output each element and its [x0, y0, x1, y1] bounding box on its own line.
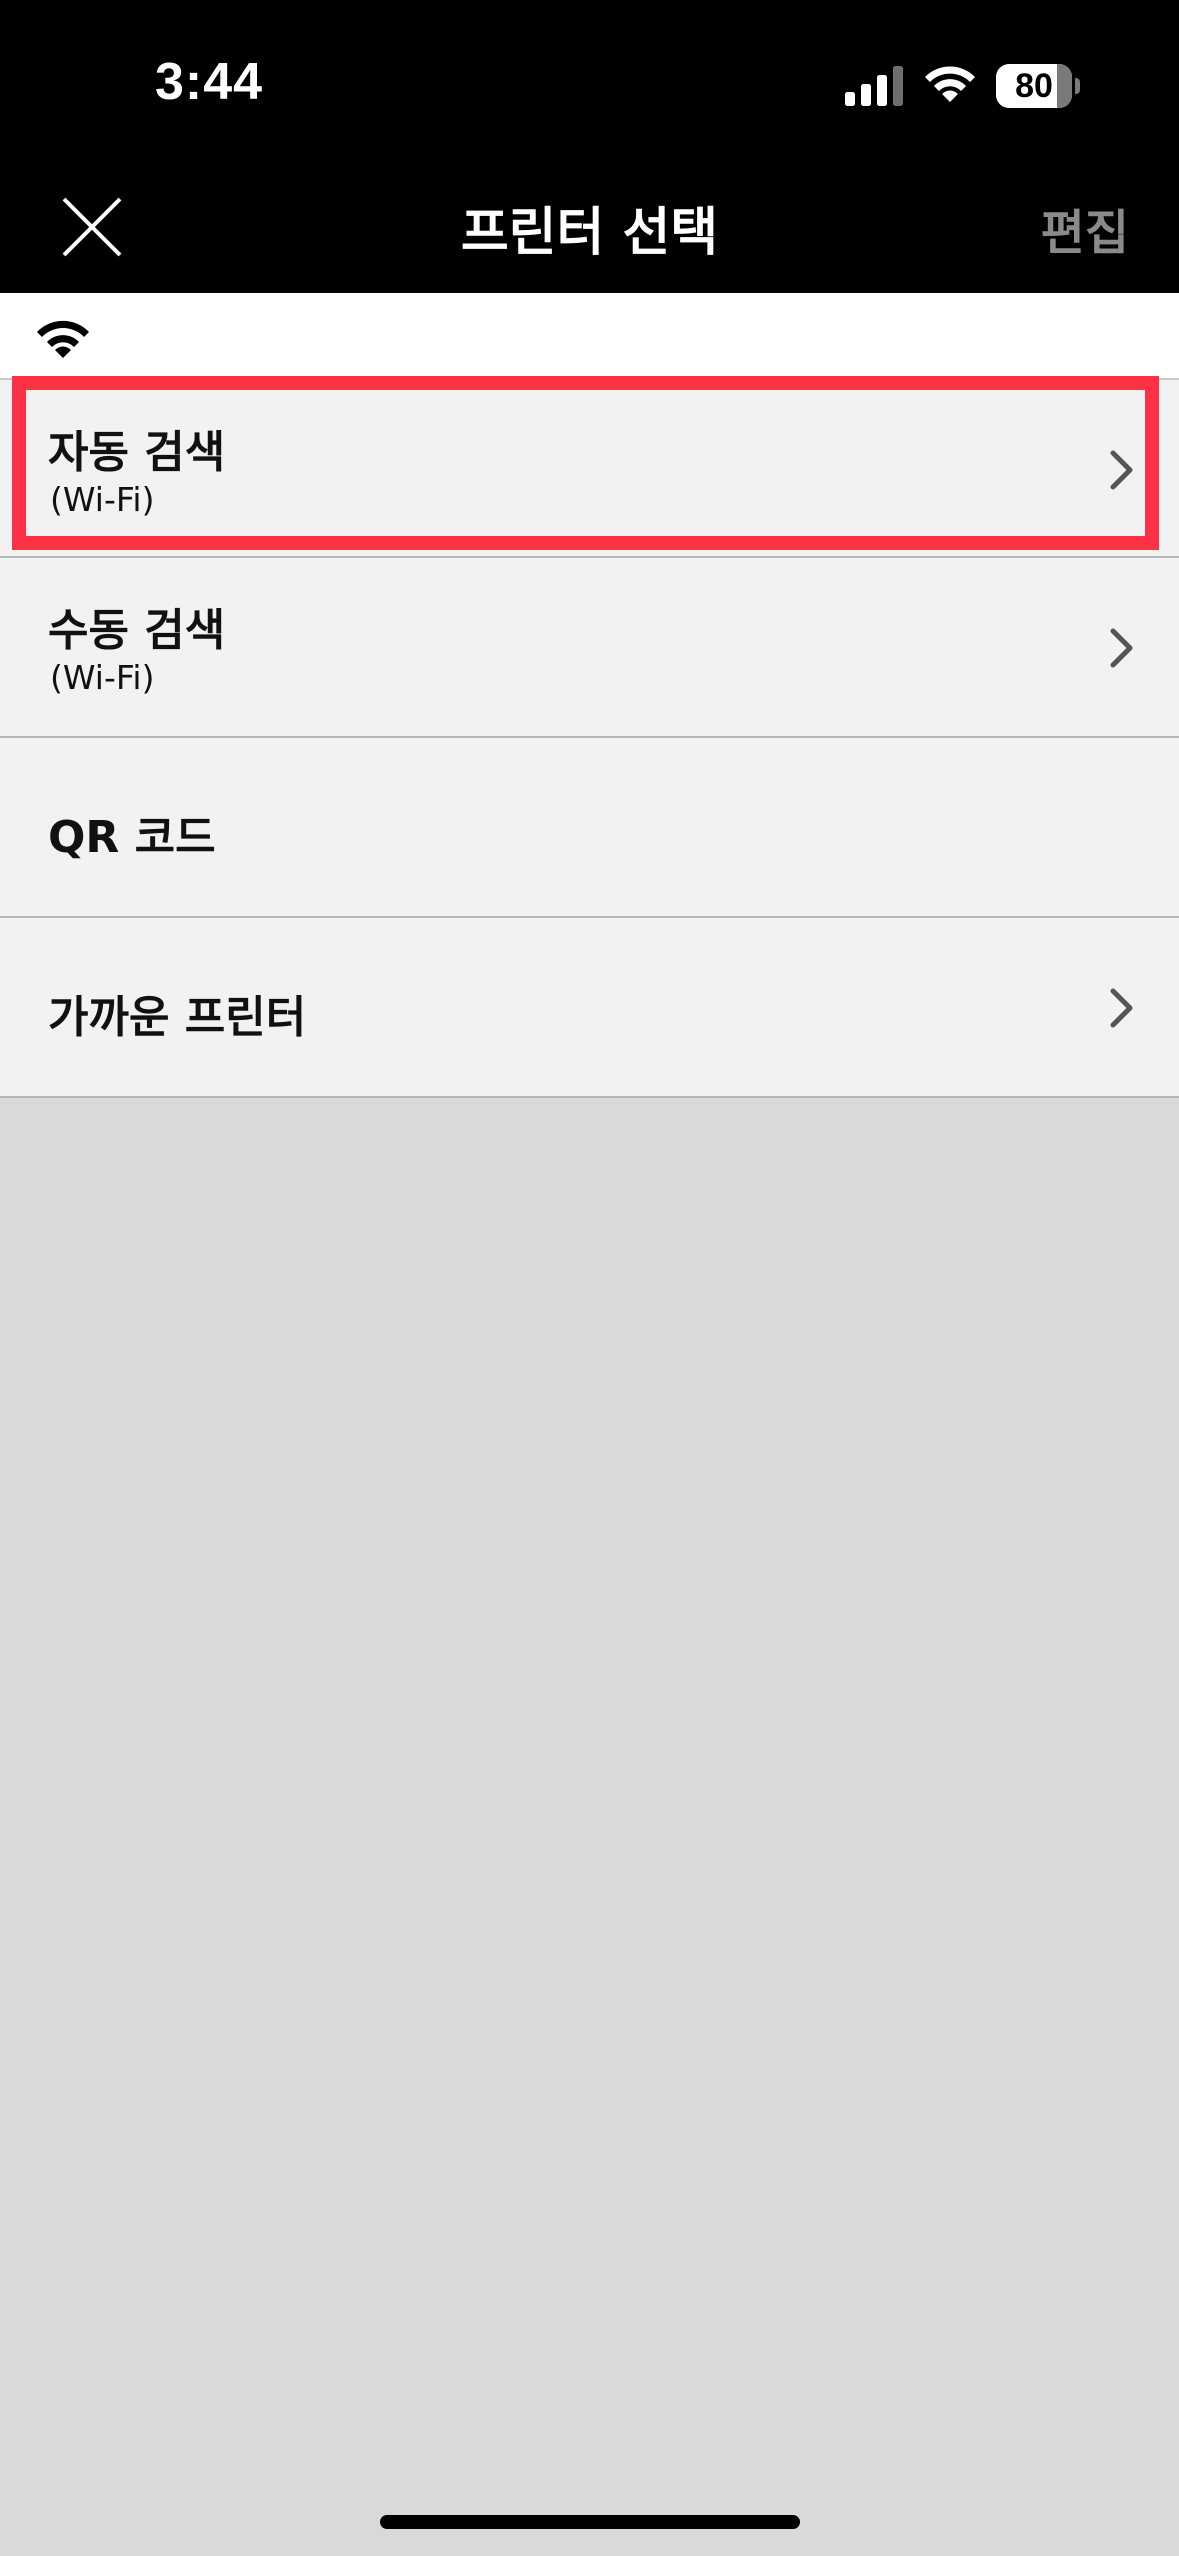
- menu-item-title: 가까운 프린터: [48, 992, 307, 1043]
- menu-item-title: 자동 검색: [48, 427, 226, 478]
- chevron-right-icon: [1110, 450, 1133, 490]
- edit-button[interactable]: 편집: [1041, 193, 1129, 263]
- menu-item-subtitle: (Wi-Fi): [50, 480, 155, 519]
- battery-level: 80: [1015, 66, 1053, 105]
- home-indicator: [380, 2515, 800, 2529]
- menu-item-qr-code[interactable]: QR 코드: [0, 738, 1179, 918]
- status-bar: 3:44 80: [0, 0, 1179, 180]
- menu-item-subtitle: (Wi-Fi): [50, 658, 155, 697]
- status-time: 3:44: [155, 53, 264, 111]
- battery-icon: 80: [996, 64, 1080, 108]
- cellular-signal-icon: [845, 66, 903, 106]
- menu-item-nearby-printer[interactable]: 가까운 프린터: [0, 918, 1179, 1098]
- wifi-status-icon: [925, 66, 975, 102]
- page-title: 프린터 선택: [460, 203, 719, 263]
- printer-search-menu: 자동 검색 (Wi-Fi) 수동 검색 (Wi-Fi) QR 코드 가까운 프린…: [0, 378, 1179, 1098]
- menu-item-title: 수동 검색: [48, 605, 226, 656]
- menu-item-manual-search[interactable]: 수동 검색 (Wi-Fi): [0, 558, 1179, 738]
- wifi-icon: [37, 320, 89, 358]
- menu-item-auto-search[interactable]: 자동 검색 (Wi-Fi): [0, 378, 1179, 558]
- menu-item-title: QR 코드: [48, 812, 216, 863]
- screen: 3:44 80 프린터 선택 편집 자동 검색 (Wi-Fi) 수동 검색 (W…: [0, 0, 1179, 2556]
- chevron-right-icon: [1110, 628, 1133, 668]
- connection-strip: [0, 293, 1179, 378]
- chevron-right-icon: [1110, 988, 1133, 1028]
